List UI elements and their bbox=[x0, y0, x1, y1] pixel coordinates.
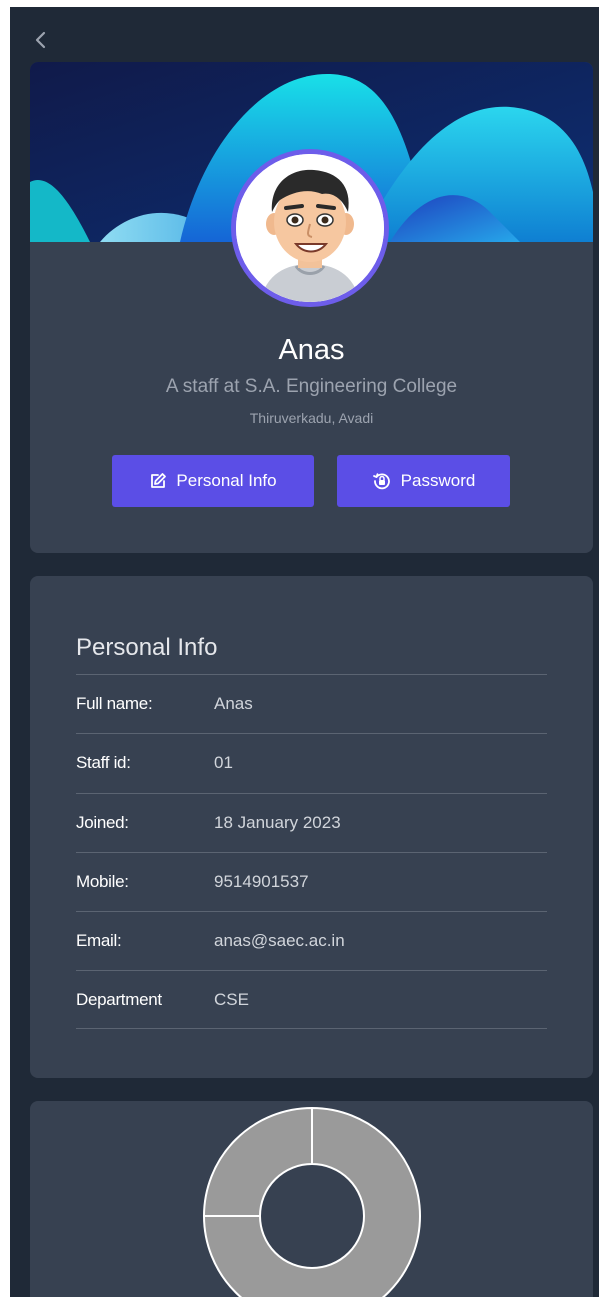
info-value: 9514901537 bbox=[214, 872, 309, 891]
profile-role: A staff at S.A. Engineering College bbox=[165, 376, 458, 397]
info-label: Mobile: bbox=[76, 872, 129, 891]
personal-info-card: Personal Info Full name: Anas Staff id: … bbox=[30, 576, 593, 1078]
profile-location: Thiruverkadu, Avadi bbox=[249, 410, 374, 426]
avatar bbox=[231, 149, 389, 307]
info-row-mobile: Mobile: 9514901537 bbox=[76, 852, 547, 911]
info-value: 18 January 2023 bbox=[214, 813, 341, 832]
info-label: Email: bbox=[76, 931, 122, 950]
info-row-full-name: Full name: Anas bbox=[76, 674, 547, 733]
info-label: Joined: bbox=[76, 813, 129, 832]
info-label: Staff id: bbox=[76, 753, 131, 772]
info-row-staff-id: Staff id: 01 bbox=[76, 733, 547, 792]
password-button-label: Password bbox=[400, 471, 476, 490]
chevron-left-icon[interactable] bbox=[30, 29, 52, 51]
lock-reset-icon bbox=[372, 471, 392, 491]
info-value: CSE bbox=[214, 989, 249, 1009]
profile-name: Anas bbox=[278, 334, 345, 366]
info-value: 01 bbox=[214, 753, 233, 772]
donut-chart bbox=[202, 1106, 421, 1297]
info-row-joined: Joined: 18 January 2023 bbox=[76, 793, 547, 852]
profile-card: Anas A staff at S.A. Engineering College… bbox=[30, 62, 593, 553]
personal-info-title: Personal Info bbox=[76, 634, 218, 661]
info-value: Anas bbox=[214, 694, 253, 713]
edit-icon bbox=[149, 472, 167, 490]
info-row-department: Department CSE bbox=[76, 970, 547, 1029]
chart-card bbox=[30, 1101, 593, 1297]
avatar-image bbox=[236, 154, 384, 302]
info-row-email: Email: anas@saec.ac.in bbox=[76, 911, 547, 970]
info-label: Department bbox=[76, 989, 162, 1009]
donut-slice-1 bbox=[202, 1106, 313, 1217]
info-label: Full name: bbox=[76, 694, 153, 713]
info-value: anas@saec.ac.in bbox=[214, 931, 345, 950]
password-button[interactable]: Password bbox=[337, 455, 510, 507]
personal-info-button[interactable]: Personal Info bbox=[112, 455, 314, 507]
personal-info-button-label: Personal Info bbox=[176, 471, 277, 490]
app-screen: Anas A staff at S.A. Engineering College… bbox=[10, 7, 599, 1297]
